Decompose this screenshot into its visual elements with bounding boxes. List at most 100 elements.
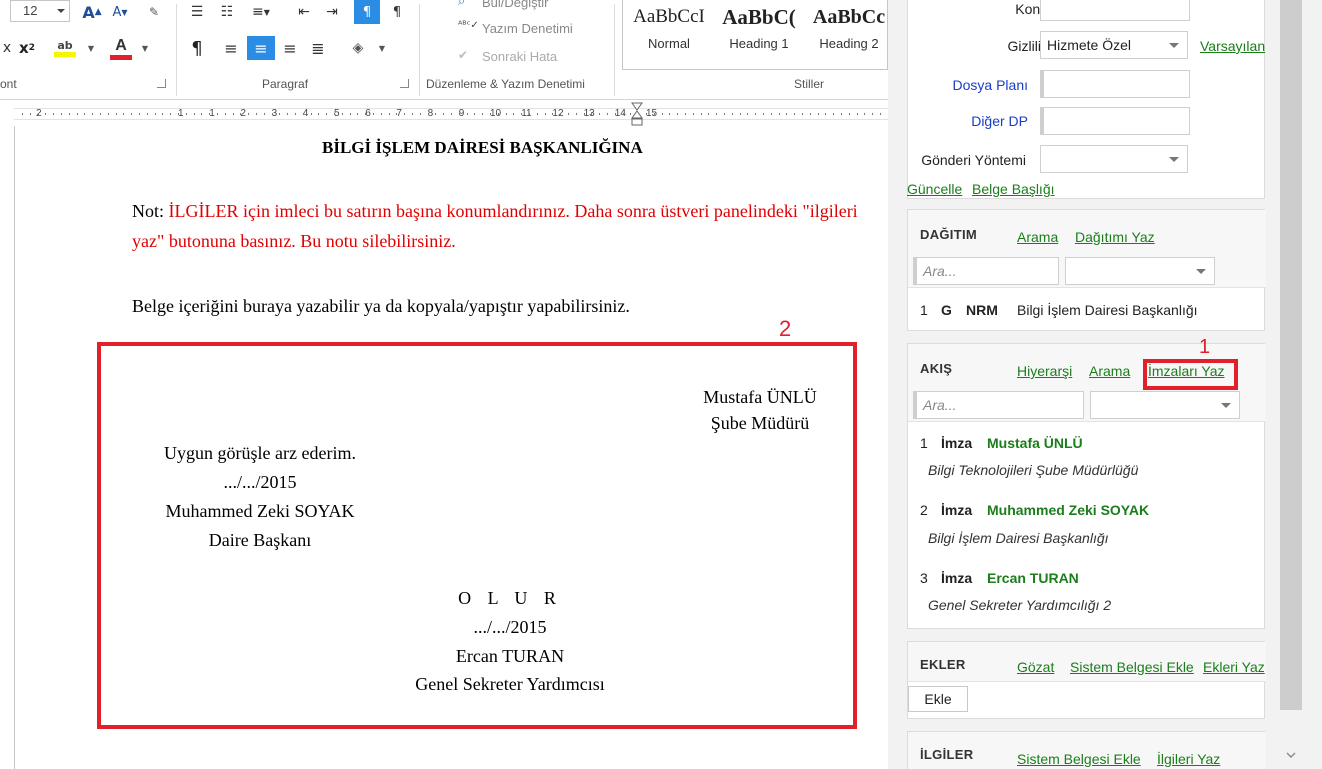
ruler-tick [786, 113, 788, 115]
hiyerarsi-link[interactable]: Hiyerarşi [1017, 363, 1072, 379]
ruler-tick [685, 113, 686, 115]
ruler-tick [739, 113, 741, 115]
imzalari-yaz-highlight-box [1143, 359, 1238, 390]
ekler-title: EKLER [920, 657, 966, 672]
ruler-tick [404, 113, 406, 115]
bullets-icon[interactable]: ☰ [186, 0, 208, 24]
akis-arama-link[interactable]: Arama [1089, 363, 1130, 379]
indent-marker-icon[interactable] [631, 102, 643, 126]
ruler-tick [458, 113, 460, 115]
dagitim-search-input[interactable]: Ara... [913, 257, 1059, 285]
diger-dp-input[interactable] [1040, 107, 1190, 135]
paragraph-dialog-launcher-icon[interactable] [400, 79, 409, 88]
ruler-tick [536, 113, 538, 115]
align-right-icon[interactable]: ≡ [277, 36, 303, 60]
rtl-direction-icon[interactable]: ¶ [384, 0, 410, 24]
subscript-icon[interactable]: x [0, 36, 14, 60]
numbering-icon[interactable]: ☷ [216, 0, 238, 24]
dosya-plani-input[interactable] [1040, 70, 1190, 98]
shrink-font-icon[interactable]: A ▼ [108, 0, 132, 24]
font-size-value: 12 [23, 3, 38, 18]
style-heading-2[interactable]: AaBbCc Heading 2 [805, 2, 893, 51]
spell-check-button[interactable]: ᴬᴮᶜ✓ Yazım Denetimi [458, 20, 573, 36]
next-error-button[interactable]: ✔ Sonraki Hata [458, 48, 557, 64]
editing-group-label: Düzenleme & Yazım Denetimi [426, 77, 585, 91]
show-marks-icon[interactable]: ¶ [184, 36, 210, 60]
align-center-icon[interactable]: ≡ [247, 36, 275, 60]
multilevel-list-icon[interactable]: ≡ ▼ [246, 0, 276, 24]
ruler-tick [466, 113, 468, 115]
gonderi-yontemi-select[interactable] [1040, 145, 1188, 173]
ruler-tick [817, 113, 819, 115]
document-page[interactable]: BİLGİ İŞLEM DAİRESİ BAŞKANLIĞINA Not: İL… [0, 126, 888, 769]
dagitimi-yaz-link[interactable]: Dağıtımı Yaz [1075, 229, 1155, 245]
ltr-direction-icon[interactable]: ¶ [354, 0, 380, 24]
clear-format-icon[interactable]: ✎ [142, 0, 166, 24]
chevron-down-icon[interactable] [1284, 748, 1298, 762]
style-normal[interactable]: AaBbCcI Normal [625, 2, 713, 51]
ilgiler-sistem-belgesi-link[interactable]: Sistem Belgesi Ekle [1017, 751, 1141, 767]
ruler-tick [162, 113, 164, 115]
ruler-tick [544, 113, 546, 115]
decrease-indent-icon[interactable]: ⇤ [292, 0, 316, 24]
ruler-tick [154, 113, 156, 115]
ruler-tick [185, 113, 187, 115]
font-color-icon[interactable]: A [108, 36, 134, 60]
akis-search-input[interactable]: Ara... [913, 391, 1084, 419]
font-size-select[interactable]: 12 [10, 0, 70, 22]
dagitim-arama-link[interactable]: Arama [1017, 229, 1058, 245]
signature-2: Uygun görüşle arz ederim. .../.../2015 M… [164, 443, 356, 550]
ruler-tick [123, 113, 125, 115]
gizlilik-select[interactable]: Hizmete Özel [1040, 31, 1188, 59]
ruler-tick [622, 113, 624, 115]
ilgileri-yaz-link[interactable]: İlgileri Yaz [1157, 751, 1220, 767]
shading-icon[interactable]: ◈ [343, 36, 373, 60]
next-error-icon: ✔ [458, 48, 469, 62]
style-heading-1[interactable]: AaBbC( Heading 1 [715, 2, 803, 51]
align-left-icon[interactable]: ≡ [218, 36, 244, 60]
ruler-tick [53, 113, 55, 115]
ruler-tick [170, 113, 172, 115]
dagitim-filter-select[interactable] [1065, 257, 1215, 285]
font-group-label: ont [0, 77, 17, 91]
dagitim-card: DAĞITIM Arama Dağıtımı Yaz Ara... 1 G NR… [907, 209, 1266, 331]
ruler-tick [591, 113, 593, 115]
font-color-dropdown-icon[interactable]: ▼ [140, 36, 150, 60]
chevron-down-icon [1169, 43, 1179, 48]
signature-1: Mustafa ÜNLÜ Şube Müdürü [703, 387, 817, 433]
shading-dropdown-icon[interactable]: ▼ [376, 36, 388, 60]
superscript-icon[interactable]: x2 [14, 36, 40, 60]
ruler-tick [505, 113, 507, 115]
gozat-link[interactable]: Gözat [1017, 659, 1054, 675]
ruler-tick [248, 113, 250, 115]
ruler-tick [653, 113, 655, 115]
find-replace-button[interactable]: ⌕ Bul/Değiştir [458, 0, 548, 10]
ekle-button[interactable]: Ekle [908, 686, 968, 712]
ruler-tick [794, 113, 796, 115]
pane-scrollbar[interactable] [1280, 0, 1302, 710]
ilgiler-card: İLGİLER Sistem Belgesi Ekle İlgileri Yaz [907, 731, 1266, 769]
highlight-dropdown-icon[interactable]: ▼ [86, 36, 96, 60]
ruler-tick [68, 113, 70, 115]
ruler-number: 12 [552, 108, 564, 119]
highlight-color-icon[interactable]: ab [52, 36, 78, 60]
justify-icon[interactable]: ≣ [305, 36, 331, 60]
guncelle-link[interactable]: Güncelle [907, 181, 962, 197]
ekler-sistem-belgesi-link[interactable]: Sistem Belgesi Ekle [1070, 659, 1194, 675]
varsayilan-link[interactable]: Varsayılan [1200, 38, 1265, 54]
ruler-tick [115, 113, 117, 115]
akis-filter-select[interactable] [1090, 391, 1240, 419]
grow-font-icon[interactable]: A ▲ [80, 0, 104, 24]
ruler-tick [232, 113, 234, 115]
ekleri-yaz-link[interactable]: Ekleri Yaz [1203, 659, 1265, 675]
increase-indent-icon[interactable]: ⇥ [320, 0, 344, 24]
ruler-tick [419, 113, 421, 115]
ilgiler-title: İLGİLER [920, 747, 974, 762]
ruler-tick [614, 113, 616, 115]
ruler-tick [669, 113, 671, 115]
ruler-tick [856, 113, 858, 115]
konu-input[interactable] [1040, 0, 1190, 21]
font-dialog-launcher-icon[interactable] [157, 79, 166, 88]
belge-basligi-link[interactable]: Belge Başlığı [972, 181, 1055, 197]
find-icon: ⌕ [458, 0, 466, 9]
